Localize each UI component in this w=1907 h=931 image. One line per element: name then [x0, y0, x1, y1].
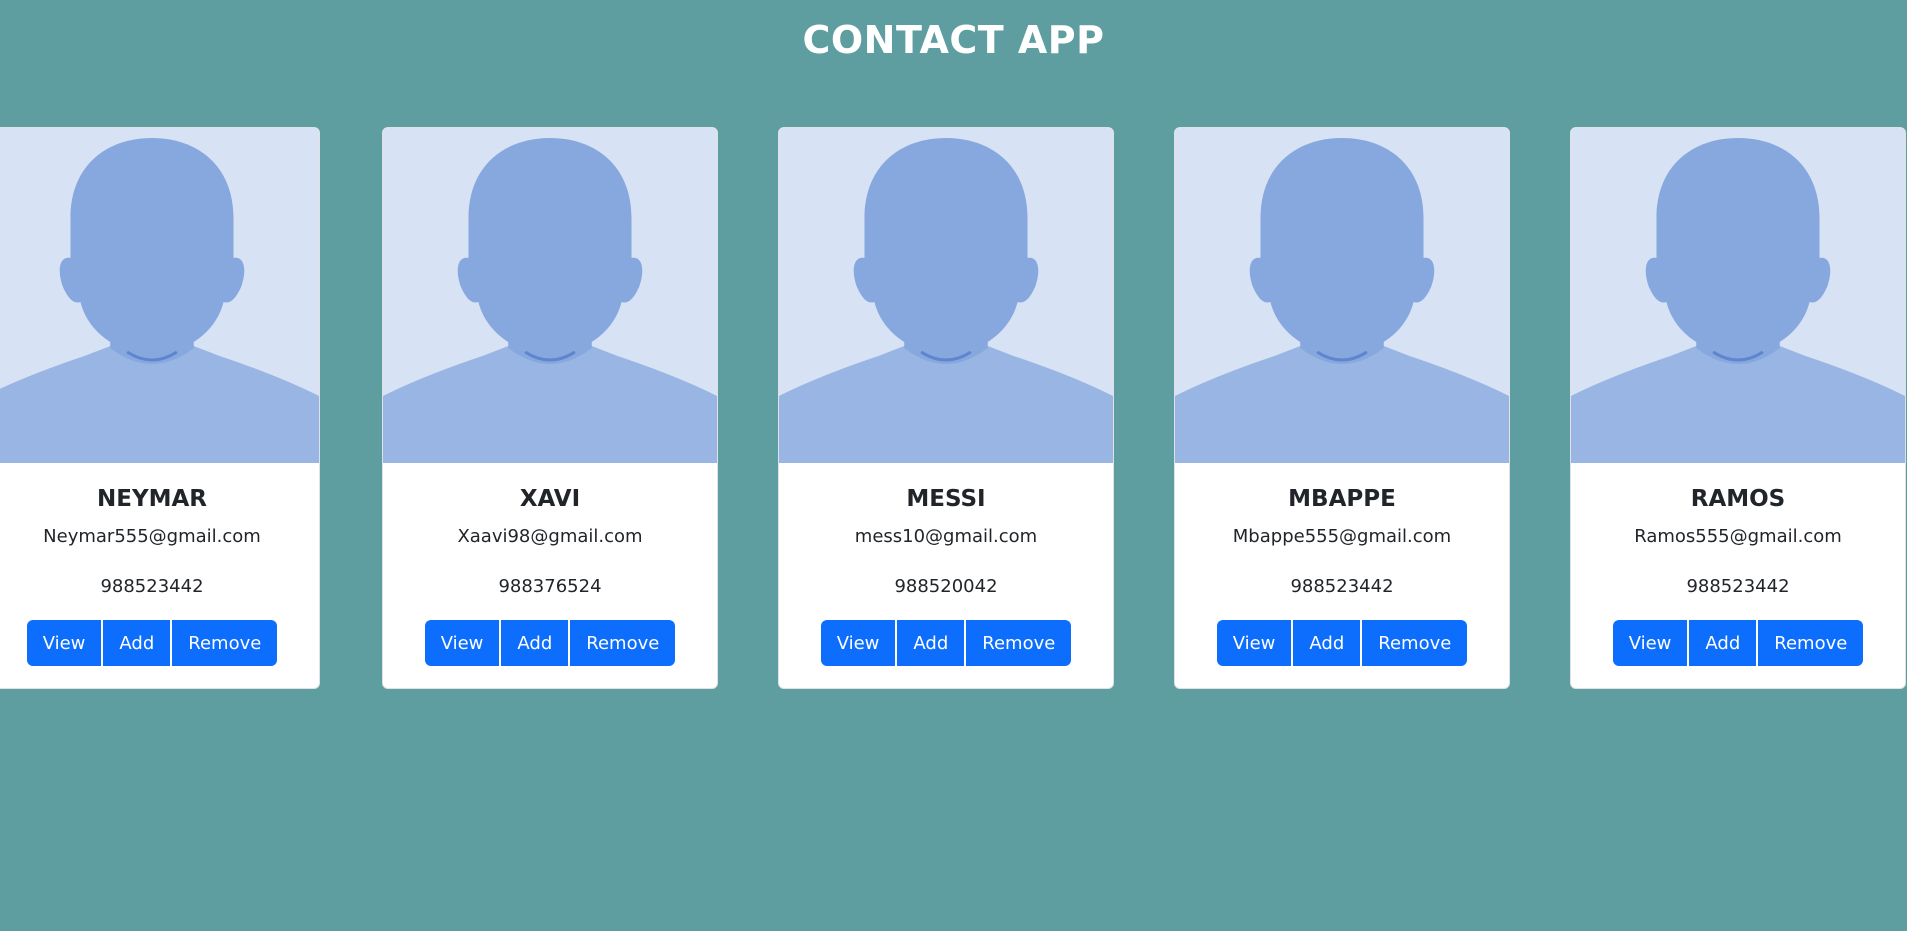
contact-card: RAMOS Ramos555@gmail.com 988523442 View … [1570, 127, 1906, 689]
remove-button[interactable]: Remove [1758, 620, 1864, 666]
action-button-group: View Add Remove [820, 620, 1072, 666]
view-button[interactable]: View [820, 620, 896, 666]
add-button[interactable]: Add [1293, 620, 1361, 666]
contact-email: Mbappe555@gmail.com [1232, 526, 1452, 547]
contact-name: RAMOS [1690, 486, 1786, 512]
add-button[interactable]: Add [501, 620, 569, 666]
contact-email: Xaavi98@gmail.com [457, 526, 643, 547]
person-silhouette-icon [779, 128, 1113, 463]
contact-email: mess10@gmail.com [854, 526, 1038, 547]
contact-email: Ramos555@gmail.com [1634, 526, 1842, 547]
contact-card: XAVI Xaavi98@gmail.com 988376524 View Ad… [382, 127, 718, 689]
remove-button[interactable]: Remove [966, 620, 1072, 666]
contact-phone: 988523442 [1290, 576, 1394, 597]
action-button-group: View Add Remove [1216, 620, 1468, 666]
contact-card: MBAPPE Mbappe555@gmail.com 988523442 Vie… [1174, 127, 1510, 689]
action-button-group: View Add Remove [26, 620, 278, 666]
avatar [0, 128, 319, 463]
person-silhouette-icon [1175, 128, 1509, 463]
avatar [1175, 128, 1509, 463]
remove-button[interactable]: Remove [570, 620, 676, 666]
add-button[interactable]: Add [1689, 620, 1757, 666]
avatar [383, 128, 717, 463]
remove-button[interactable]: Remove [172, 620, 278, 666]
contact-card-list: NEYMAR Neymar555@gmail.com 988523442 Vie… [0, 127, 1907, 691]
avatar [1571, 128, 1905, 463]
contact-name: XAVI [519, 486, 581, 512]
view-button[interactable]: View [26, 620, 102, 666]
contact-phone: 988376524 [498, 576, 602, 597]
remove-button[interactable]: Remove [1362, 620, 1468, 666]
contact-phone: 988520042 [894, 576, 998, 597]
contact-name: NEYMAR [96, 486, 207, 512]
avatar [779, 128, 1113, 463]
contact-phone: 988523442 [1686, 576, 1790, 597]
view-button[interactable]: View [1216, 620, 1292, 666]
contact-card: MESSI mess10@gmail.com 988520042 View Ad… [778, 127, 1114, 689]
action-button-group: View Add Remove [1612, 620, 1864, 666]
contact-email: Neymar555@gmail.com [43, 526, 261, 547]
add-button[interactable]: Add [103, 620, 171, 666]
contact-name: MBAPPE [1288, 486, 1396, 512]
app-title: CONTACT APP [802, 18, 1105, 62]
view-button[interactable]: View [1612, 620, 1688, 666]
person-silhouette-icon [383, 128, 717, 463]
contact-name: MESSI [906, 486, 986, 512]
action-button-group: View Add Remove [424, 620, 676, 666]
contact-card: NEYMAR Neymar555@gmail.com 988523442 Vie… [0, 127, 320, 689]
add-button[interactable]: Add [897, 620, 965, 666]
contact-phone: 988523442 [100, 576, 204, 597]
person-silhouette-icon [1571, 128, 1905, 463]
person-silhouette-icon [0, 128, 319, 463]
view-button[interactable]: View [424, 620, 500, 666]
